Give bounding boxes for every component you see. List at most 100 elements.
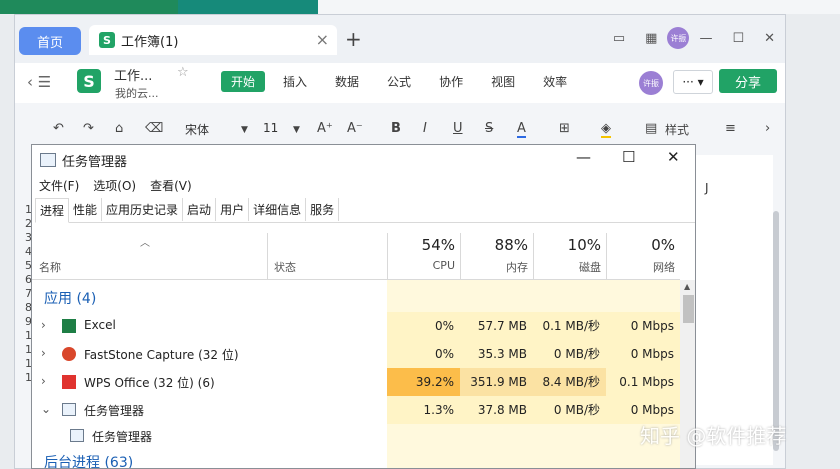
group-apps[interactable]: 应用 (4) — [44, 288, 96, 308]
minimize-icon[interactable]: — — [576, 148, 591, 166]
faststone-icon — [62, 347, 76, 361]
align-icon[interactable]: ≡ — [725, 121, 736, 136]
sort-arrow-icon[interactable]: ︿ — [140, 234, 150, 249]
column-name[interactable]: 名称 — [39, 259, 61, 275]
tab-start[interactable]: 开始 — [221, 71, 266, 92]
disk-value: 0.1 MB/秒 — [533, 312, 606, 340]
process-name: 任务管理器 — [84, 404, 145, 418]
avatar[interactable]: 许振 — [639, 71, 663, 95]
tablet-mode-icon[interactable]: ▭ — [613, 31, 625, 46]
font-size-select[interactable]: 11 — [263, 121, 278, 135]
tab-services[interactable]: 服务 — [306, 198, 340, 221]
column-network[interactable]: 0% 网络 — [606, 233, 681, 279]
chevron-down-icon[interactable]: ▼ — [293, 125, 300, 135]
increase-font-icon[interactable]: A⁺ — [317, 121, 333, 136]
underline-icon[interactable]: U — [453, 121, 463, 136]
chevron-right-icon[interactable]: › — [41, 374, 46, 388]
close-icon[interactable]: ✕ — [667, 148, 680, 166]
table-row[interactable]: 任务管理器 — [32, 422, 680, 450]
avatar[interactable]: 许振 — [667, 27, 690, 49]
maximize-icon[interactable]: ☐ — [732, 31, 744, 46]
tab-view[interactable]: 视图 — [481, 71, 525, 92]
tab-insert[interactable]: 插入 — [273, 71, 317, 92]
tab-performance[interactable]: 性能 — [69, 198, 103, 221]
menu-view[interactable]: 查看(V) — [150, 177, 192, 194]
close-icon[interactable]: ✕ — [764, 31, 775, 46]
format-painter-icon[interactable]: ⌂ — [115, 121, 123, 136]
column-memory[interactable]: 88% 内存 — [460, 233, 534, 279]
process-list: 应用 (4) › Excel 0% 57.7 MB 0.1 MB/秒 0 Mbp… — [32, 280, 680, 468]
document-tab[interactable]: S 工作簿(1) × — [89, 25, 337, 55]
cpu-label: CPU — [432, 259, 455, 272]
task-manager-titlebar[interactable]: 任务管理器 — ☐ ✕ — [32, 145, 695, 173]
watermark: 知乎 @软件推荐 — [640, 424, 787, 448]
file-path[interactable]: 我的云... — [115, 85, 159, 101]
border-icon[interactable]: ⊞ — [559, 121, 570, 136]
tab-processes[interactable]: 进程 — [35, 198, 70, 223]
task-manager-icon — [62, 403, 76, 416]
home-tab[interactable]: 首页 — [19, 27, 81, 55]
memory-label: 内存 — [506, 261, 528, 274]
table-row[interactable]: ⌄ 任务管理器 1.3% 37.8 MB 0 MB/秒 0 Mbps — [32, 396, 680, 424]
table-row[interactable]: › FastStone Capture (32 位) 0% 35.3 MB 0 … — [32, 340, 680, 368]
maximize-icon[interactable]: ☐ — [622, 148, 635, 166]
italic-icon[interactable]: I — [423, 121, 427, 136]
column-disk[interactable]: 10% 磁盘 — [533, 233, 607, 279]
share-button[interactable]: 分享 — [719, 69, 777, 93]
tab-users[interactable]: 用户 — [216, 198, 250, 221]
chevron-right-icon[interactable]: › — [765, 121, 770, 136]
tab-startup[interactable]: 启动 — [183, 198, 217, 221]
fill-color-icon[interactable]: ◈ — [601, 121, 611, 138]
column-cpu[interactable]: 54% CPU — [387, 233, 461, 279]
tab-formula[interactable]: 公式 — [377, 71, 421, 92]
cpu-value: 1.3% — [387, 396, 460, 424]
bold-icon[interactable]: B — [391, 121, 401, 136]
grid-icon[interactable]: ▦ — [645, 31, 657, 46]
more-label: ··· — [682, 75, 694, 89]
strikethrough-icon[interactable]: S — [485, 121, 493, 136]
column-status[interactable]: 状态 — [274, 259, 296, 275]
task-manager-tabs: 进程 性能 应用历史记录 启动 用户 详细信息 服务 — [35, 198, 695, 223]
style-label[interactable]: 样式 — [665, 121, 689, 138]
font-color-icon[interactable]: A — [517, 121, 526, 138]
cpu-value: 0% — [387, 312, 460, 340]
wps-menubar: ‹ ☰ S 工作... 我的云... ☆ 开始 插入 数据 公式 协作 视图 效… — [15, 63, 785, 103]
close-tab-icon[interactable]: × — [316, 30, 329, 49]
tab-details[interactable]: 详细信息 — [249, 198, 307, 221]
chevron-down-icon[interactable]: ⌄ — [41, 402, 51, 416]
tab-data[interactable]: 数据 — [325, 71, 369, 92]
tab-collab[interactable]: 协作 — [429, 71, 473, 92]
table-row[interactable]: › Excel 0% 57.7 MB 0.1 MB/秒 0 Mbps — [32, 312, 680, 340]
menu-file[interactable]: 文件(F) — [39, 177, 79, 194]
table-row[interactable]: › WPS Office (32 位) (6) 39.2% 351.9 MB 8… — [32, 368, 680, 396]
sheet-scrollbar[interactable] — [773, 211, 779, 451]
undo-icon[interactable]: ↶ — [53, 121, 64, 136]
decrease-font-icon[interactable]: A⁻ — [347, 121, 363, 136]
menu-options[interactable]: 选项(O) — [93, 177, 136, 194]
redo-icon[interactable]: ↷ — [83, 121, 94, 136]
group-background[interactable]: 后台进程 (63) — [44, 452, 133, 468]
network-value: 0 Mbps — [606, 340, 680, 368]
minimize-icon[interactable]: — — [699, 31, 712, 46]
disk-label: 磁盘 — [579, 261, 601, 274]
back-icon[interactable]: ‹ ☰ — [27, 73, 51, 91]
chevron-right-icon[interactable]: › — [41, 318, 46, 332]
column-divider[interactable] — [267, 233, 268, 279]
star-icon[interactable]: ☆ — [177, 65, 189, 80]
font-select[interactable]: 宋体 — [185, 121, 209, 138]
wps-icon — [62, 375, 76, 389]
process-name: Excel — [84, 318, 116, 332]
style-icon[interactable]: ▤ — [645, 121, 657, 136]
excel-icon — [62, 319, 76, 333]
chevron-down-icon[interactable]: ▼ — [241, 125, 248, 135]
more-button[interactable]: ··· ▾ — [673, 70, 713, 94]
scroll-thumb[interactable] — [683, 295, 694, 323]
tab-efficiency[interactable]: 效率 — [533, 71, 577, 92]
chevron-right-icon[interactable]: › — [41, 346, 46, 360]
cpu-value: 39.2% — [387, 368, 460, 396]
file-name[interactable]: 工作... — [114, 65, 152, 84]
scroll-up-icon[interactable]: ▲ — [684, 282, 690, 291]
eraser-icon[interactable]: ⌫ — [145, 121, 163, 136]
new-tab-button[interactable]: + — [345, 27, 362, 51]
tab-app-history[interactable]: 应用历史记录 — [102, 198, 184, 221]
